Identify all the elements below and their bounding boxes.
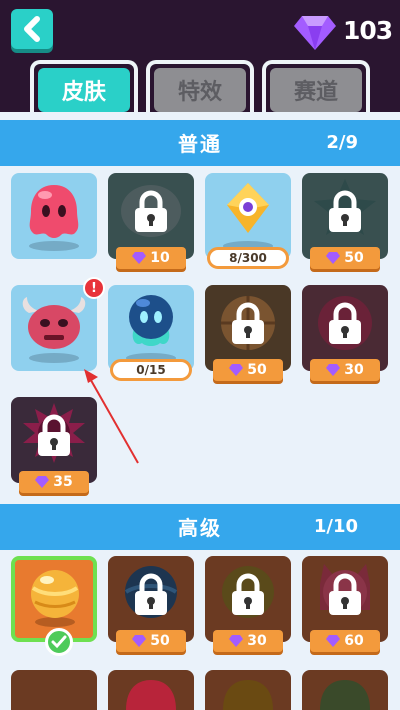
price-label: 30 xyxy=(344,362,364,378)
price-button[interactable]: 50 xyxy=(213,359,283,381)
gem-icon xyxy=(229,635,244,647)
red-horned-skin xyxy=(22,297,86,349)
skin-tile[interactable]: 60 xyxy=(302,556,388,652)
skin-tile[interactable]: 50 xyxy=(302,173,388,269)
new-alert-badge: ! xyxy=(83,277,105,299)
gem-icon xyxy=(229,364,244,376)
skin-tile[interactable]: 10 xyxy=(108,173,194,269)
gem-icon xyxy=(326,364,341,376)
pointer-arrow xyxy=(84,369,139,464)
checkmark-icon xyxy=(45,628,73,656)
skin-tile[interactable] xyxy=(302,670,388,710)
price-label: 30 xyxy=(247,633,267,649)
skin-tile-selected[interactable] xyxy=(11,556,97,656)
chevron-left-icon xyxy=(24,16,40,42)
section-count: 2/9 xyxy=(326,132,358,153)
lock-icon xyxy=(329,302,361,344)
gold-crystal-skin xyxy=(227,183,269,233)
skin-tile[interactable]: 50 xyxy=(205,285,291,381)
skin-tile[interactable] xyxy=(205,670,291,710)
price-label: 60 xyxy=(344,633,364,649)
lock-icon xyxy=(232,573,264,615)
gem-count: 103 xyxy=(343,16,393,45)
price-button[interactable]: 60 xyxy=(310,630,380,652)
gem-icon xyxy=(132,635,147,647)
lock-icon xyxy=(329,573,361,615)
price-button[interactable]: 50 xyxy=(310,247,380,269)
tab-label: 皮肤 xyxy=(38,68,130,112)
skin-tile[interactable]: 50 xyxy=(108,556,194,652)
lock-icon xyxy=(38,414,70,456)
lock-icon xyxy=(232,302,264,344)
tab-label: 特效 xyxy=(154,68,246,112)
price-label: 50 xyxy=(344,250,364,266)
top-bar: 103 xyxy=(0,0,400,60)
lock-icon xyxy=(135,190,167,232)
teal-ghost-skin xyxy=(129,295,173,346)
gold-ball-skin xyxy=(31,570,79,627)
shop-panel: 普通 2/9 10 8/300 50 ! 0/15 50 30 35 高级 1/… xyxy=(0,112,400,710)
price-label: 10 xyxy=(150,250,170,266)
lock-icon xyxy=(329,190,361,232)
lock-icon xyxy=(135,573,167,615)
skin-tile[interactable]: 8/300 xyxy=(205,173,291,269)
skin-tile[interactable] xyxy=(11,670,97,710)
gem-icon xyxy=(326,635,341,647)
price-button[interactable]: 30 xyxy=(310,359,380,381)
tab-label: 赛道 xyxy=(270,68,362,112)
price-label: 35 xyxy=(53,474,73,490)
price-label: 50 xyxy=(150,633,170,649)
gem-icon xyxy=(132,252,147,264)
gem-icon xyxy=(326,252,341,264)
tab-effects[interactable]: 特效 xyxy=(146,60,254,116)
price-button[interactable]: 35 xyxy=(19,471,89,493)
skin-tile[interactable]: 0/15 xyxy=(108,285,194,381)
section-header-normal: 普通 2/9 xyxy=(0,120,400,166)
skin-tile[interactable] xyxy=(108,670,194,710)
back-button[interactable] xyxy=(11,9,53,49)
price-label: 50 xyxy=(247,362,267,378)
skin-tile[interactable]: 30 xyxy=(205,556,291,652)
price-button[interactable]: 10 xyxy=(116,247,186,269)
tab-skins[interactable]: 皮肤 xyxy=(30,60,138,116)
skin-tile[interactable] xyxy=(11,173,97,259)
unlock-progress: 8/300 xyxy=(207,247,289,269)
section-header-premium: 高级 1/10 xyxy=(0,504,400,550)
price-button[interactable]: 50 xyxy=(116,630,186,652)
gem-icon xyxy=(294,16,336,50)
gem-icon xyxy=(35,476,50,488)
skin-tile[interactable]: 30 xyxy=(302,285,388,381)
pink-jelly-skin xyxy=(29,185,79,238)
tab-tracks[interactable]: 赛道 xyxy=(262,60,370,116)
section-count: 1/10 xyxy=(313,516,358,537)
skin-tile[interactable]: ! xyxy=(11,277,105,371)
price-button[interactable]: 30 xyxy=(213,630,283,652)
